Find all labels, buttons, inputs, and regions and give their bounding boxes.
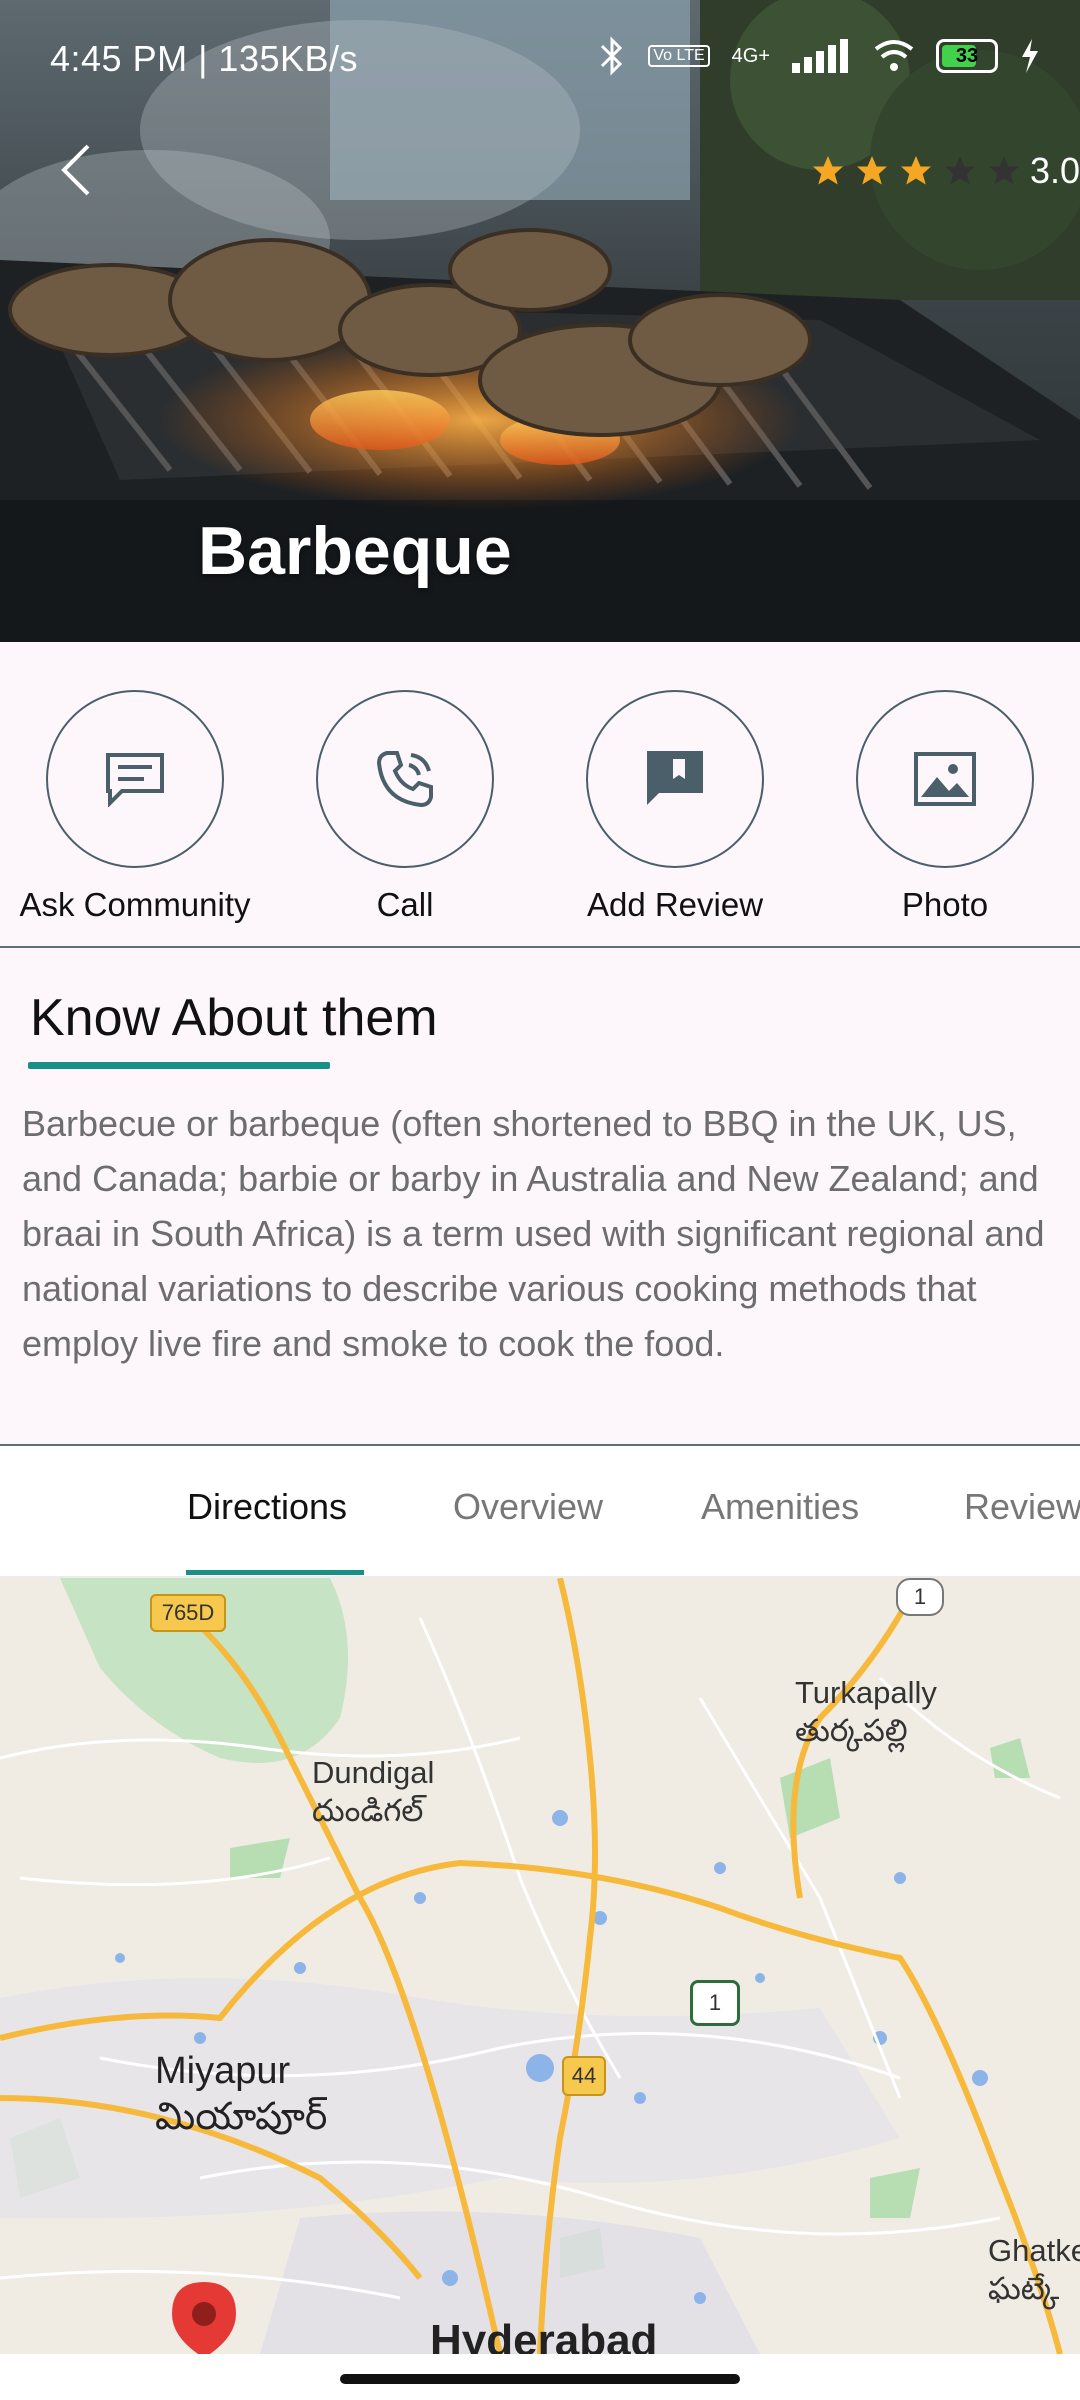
tab-directions[interactable]: Directions — [187, 1486, 347, 1528]
add-review-circle[interactable] — [586, 690, 764, 868]
about-section: Know About them Barbecue or barbeque (of… — [0, 948, 1080, 1446]
status-icons: Vo LTE 4G+ 33 — [598, 36, 1040, 76]
ask-community-circle[interactable] — [46, 690, 224, 868]
about-title: Know About them — [30, 989, 438, 1047]
wifi-icon — [874, 40, 914, 71]
ask-community-button[interactable]: Ask Community — [5, 690, 265, 924]
battery-icon: 33 — [936, 39, 998, 73]
star-icon — [856, 156, 887, 185]
back-arrow-icon[interactable] — [48, 140, 108, 200]
status-time: 4:45 PM | 135KB/s — [50, 38, 359, 79]
image-icon — [914, 752, 976, 806]
call-button[interactable]: Call — [275, 690, 535, 924]
add-review-button[interactable]: Add Review — [545, 690, 805, 924]
page-title: Barbeque — [198, 513, 512, 589]
call-circle[interactable] — [316, 690, 494, 868]
signal-icon — [792, 39, 848, 73]
photo-circle[interactable] — [856, 690, 1034, 868]
map-label-hyderabad: Hyderabad — [430, 2316, 658, 2355]
tab-overview[interactable]: Overview — [453, 1486, 603, 1528]
tab-amenities[interactable]: Amenities — [701, 1486, 859, 1528]
action-row: Ask Community Call Add Review Photo — [0, 642, 1080, 948]
call-label: Call — [376, 886, 434, 923]
chat-icon — [106, 753, 164, 807]
active-tab-indicator — [186, 1570, 364, 1575]
road-shield-1-top: 1 — [896, 1578, 944, 1616]
bluetooth-icon — [601, 36, 623, 76]
map-label-miyapur: Miyapur మియాపూర్ — [155, 2050, 328, 2138]
network-type: 4G+ — [731, 44, 770, 67]
road-shield-44: 44 — [562, 2056, 606, 2096]
status-bar: 4:45 PM | 135KB/s Vo LTE 4G+ 33 — [0, 0, 1080, 122]
map-view[interactable]: 765D 1 1 44 Turkapally తుర్కపల్లి Dundig… — [0, 1578, 1080, 2354]
volte-badge: Vo LTE — [648, 45, 710, 67]
ask-community-label: Ask Community — [19, 886, 251, 923]
about-description: Barbecue or barbeque (often shortened to… — [22, 1103, 1045, 1364]
map-label-dundigal: Dundigal దుండిగల్ — [312, 1755, 435, 1828]
map-label-ghatkesar: Ghatke ఘట్కే — [988, 2233, 1080, 2306]
add-review-label: Add Review — [586, 886, 764, 923]
review-icon — [647, 751, 703, 805]
phone-icon — [376, 751, 433, 808]
about-underline — [28, 1062, 330, 1069]
tab-bar: Directions Overview Amenities Reviews — [0, 1446, 1080, 1578]
road-shield-1-mid: 1 — [690, 1980, 740, 2026]
rating: 3.0 — [810, 150, 1080, 192]
map-pin-icon[interactable] — [164, 2278, 244, 2354]
photo-button[interactable]: Photo — [815, 690, 1075, 924]
star-icon — [900, 156, 931, 185]
rating-value: 3.0 — [1029, 150, 1080, 191]
star-icon — [812, 156, 843, 185]
map-label-turkapally: Turkapally తుర్కపల్లి — [795, 1675, 937, 1748]
home-indicator[interactable] — [340, 2374, 740, 2384]
photo-label: Photo — [901, 886, 989, 923]
hero-image: 4:45 PM | 135KB/s Vo LTE 4G+ 33 3.0 Barb… — [0, 0, 1080, 642]
road-shield-765d: 765D — [150, 1594, 226, 1632]
star-empty-icon — [944, 156, 975, 185]
charging-icon — [1022, 39, 1038, 73]
gesture-bar — [0, 2354, 1080, 2400]
tab-reviews[interactable]: Reviews — [964, 1486, 1080, 1528]
star-empty-icon — [988, 156, 1019, 185]
